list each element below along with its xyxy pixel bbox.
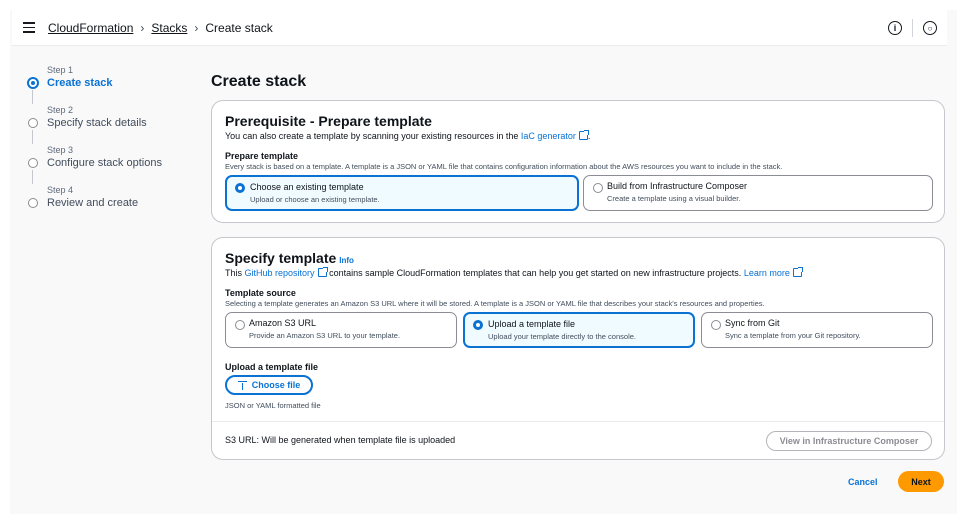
option-amazon-s3-url[interactable]: Amazon S3 URL Provide an Amazon S3 URL t… [225,312,457,348]
menu-icon[interactable] [18,17,40,39]
s3-url-section: S3 URL: Will be generated when template … [212,421,944,459]
option-title: Sync from Git [725,318,780,328]
wizard-step-2: Step 2 Specify stack details [28,104,198,144]
prerequisite-container: Prerequisite - Prepare template You can … [211,100,945,223]
iac-generator-link[interactable]: IaC generator [521,131,576,141]
radio-selected-icon [235,183,245,193]
option-description: Sync a template from your Git repository… [725,331,861,340]
template-source-description: Selecting a template generates an Amazon… [225,299,765,308]
option-title: Amazon S3 URL [249,318,317,328]
wizard-step-4: Step 4 Review and create [28,184,198,210]
step-connector [32,130,33,144]
step-indicator-icon [28,158,38,168]
step-label: Review and create [47,197,139,209]
option-description: Upload or choose an existing template. [250,195,380,204]
step-indicator-icon [28,118,38,128]
prepare-template-label: Prepare template [225,151,299,161]
step-number: Step 4 [47,185,74,195]
page-title: Create stack [211,73,307,90]
step-number: Step 2 [47,105,74,115]
specify-template-container: Specify template Info This GitHub reposit… [211,237,945,460]
next-button[interactable]: Next [898,471,944,492]
breadcrumb-current: Create stack [205,20,273,35]
external-link-icon [578,130,589,140]
s3-url-text: S3 URL: Will be generated when template … [225,435,456,445]
template-source-label: Template source [225,288,296,298]
divider [912,19,913,37]
specify-template-heading: Specify template Info [225,250,935,266]
breadcrumb-stacks[interactable]: Stacks [151,21,187,35]
option-sync-from-git[interactable]: Sync from Git Sync a template from your … [701,312,933,348]
option-title: Build from Infrastructure Composer [607,181,748,191]
option-description: Upload your template directly to the con… [488,332,636,341]
option-upload-template-file[interactable]: Upload a template file Upload your templ… [463,312,695,348]
info-link[interactable]: Info [339,256,354,265]
option-infrastructure-composer[interactable]: Build from Infrastructure Composer Creat… [583,175,933,211]
external-link-icon [792,267,803,277]
upload-template-label: Upload a template file [225,362,319,372]
option-title: Choose an existing template [250,182,364,192]
header-icons: i ○ [878,10,947,46]
subtitle-text: You can also create a template by scanni… [225,131,519,141]
breadcrumb-cloudformation[interactable]: CloudFormation [48,21,133,35]
step-label: Create stack [47,77,113,89]
upload-hint: JSON or YAML formatted file [225,401,321,410]
step-number: Step 1 [47,65,74,75]
option-description: Create a template using a visual builder… [607,194,741,203]
external-link-icon [317,267,328,277]
option-title: Upload a template file [488,319,576,329]
cancel-button[interactable]: Cancel [848,477,878,487]
wizard-step-1[interactable]: Step 1 Create stack [27,64,198,104]
github-repository-link[interactable]: GitHub repository [245,268,315,278]
subtitle-text: contains sample CloudFormation templates… [329,268,742,278]
step-connector [32,170,33,184]
chevron-right-icon: › [194,20,199,35]
step-number: Step 3 [47,145,74,155]
wizard-navigation: Step 1 Create stack Step 2 Specify stack… [27,64,198,224]
wizard-step-3: Step 3 Configure stack options [28,144,198,184]
choose-file-label: Choose file [251,380,301,390]
learn-more-link[interactable]: Learn more [744,268,790,278]
prepare-template-description: Every stack is based on a template. A te… [225,162,783,171]
radio-unselected-icon [593,183,603,193]
radio-selected-icon [473,320,483,330]
subtitle-text: This [225,268,243,278]
specify-template-subtitle: This GitHub repository contains sample C… [225,267,935,278]
option-existing-template[interactable]: Choose an existing template Upload or ch… [225,175,579,211]
step-indicator-icon [27,77,39,89]
prerequisite-heading: Prerequisite - Prepare template [225,113,432,129]
step-label: Specify stack details [47,117,147,129]
step-indicator-icon [28,198,38,208]
option-description: Provide an Amazon S3 URL to your templat… [249,331,401,340]
heading-text: Specify template [225,250,337,266]
choose-file-button[interactable]: Choose file [225,375,313,395]
top-navigation-bar: CloudFormation › Stacks › Create stack i… [12,10,947,46]
step-connector [32,90,33,104]
info-icon[interactable]: i [888,21,902,35]
chevron-right-icon: › [140,20,145,35]
view-in-composer-button[interactable]: View in Infrastructure Composer [766,431,932,451]
prerequisite-subtitle: You can also create a template by scanni… [225,130,935,141]
radio-unselected-icon [711,320,721,330]
step-label: Configure stack options [47,157,162,169]
upload-icon [237,380,247,390]
notification-icon[interactable]: ○ [923,21,937,35]
radio-unselected-icon [235,320,245,330]
breadcrumb: CloudFormation › Stacks › Create stack [48,21,273,35]
